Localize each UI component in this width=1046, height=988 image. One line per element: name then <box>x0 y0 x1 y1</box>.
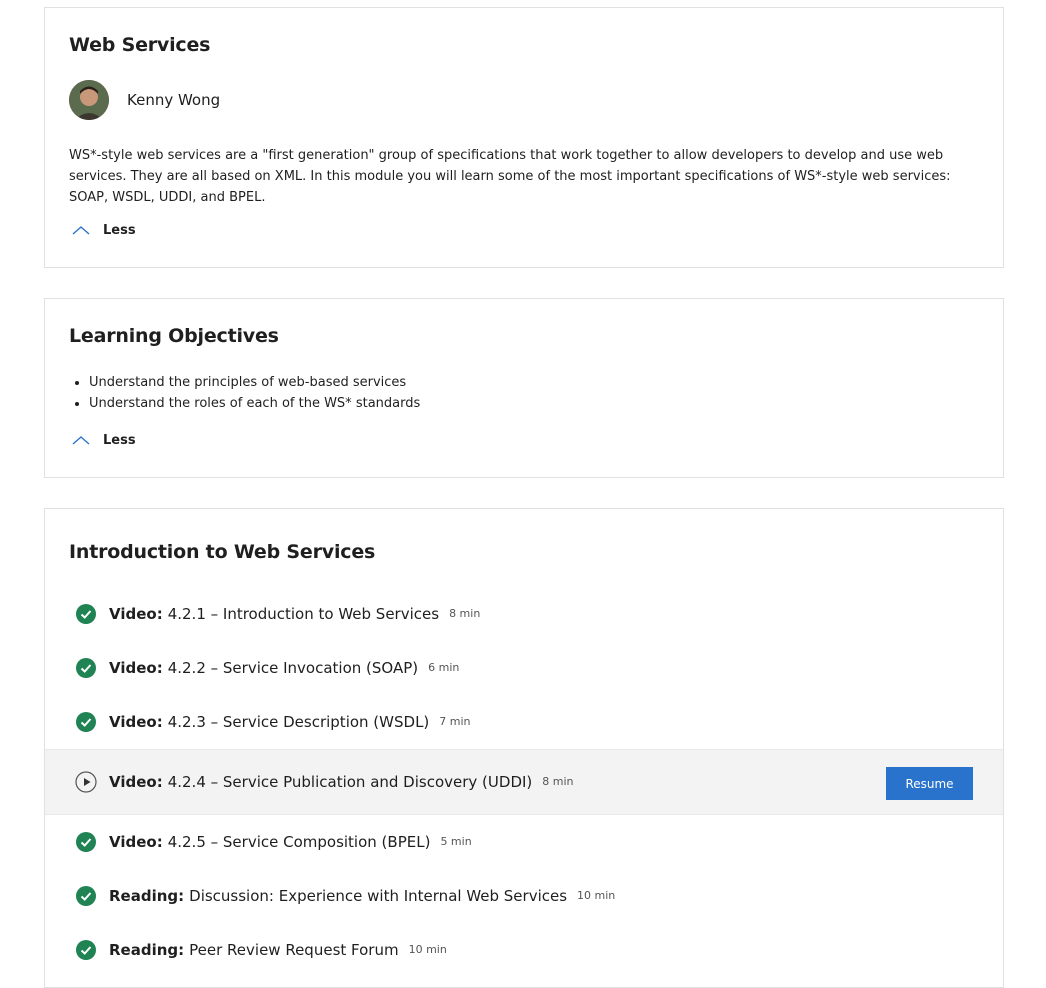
check-circle-icon <box>76 658 96 678</box>
chevron-up-icon <box>72 436 90 445</box>
lesson-title[interactable]: 4.2.5 – Service Composition (BPEL) <box>168 833 431 851</box>
lesson-item[interactable]: Video: 4.2.1 – Introduction to Web Servi… <box>45 587 1003 641</box>
lesson-type: Video: <box>109 605 163 623</box>
lesson-title[interactable]: Peer Review Request Forum <box>189 941 398 959</box>
objectives-title: Learning Objectives <box>69 325 279 347</box>
objective-item: Understand the roles of each of the WS* … <box>89 393 420 414</box>
lesson-title[interactable]: 4.2.1 – Introduction to Web Services <box>168 605 439 623</box>
check-circle-icon <box>76 712 96 732</box>
check-circle-icon <box>76 940 96 960</box>
instructor[interactable]: Kenny Wong <box>69 80 220 120</box>
lesson-duration: 8 min <box>542 775 574 788</box>
lessons-title: Introduction to Web Services <box>69 541 376 563</box>
objectives-card: Learning Objectives Understand the princ… <box>44 298 1004 478</box>
less-label: Less <box>103 432 136 448</box>
instructor-name[interactable]: Kenny Wong <box>127 91 220 109</box>
module-title: Web Services <box>69 34 211 56</box>
check-circle-icon <box>76 886 96 906</box>
lessons-card: Introduction to Web Services Video: 4.2.… <box>44 508 1004 988</box>
lesson-duration: 8 min <box>449 607 481 620</box>
objective-item: Understand the principles of web-based s… <box>89 372 420 393</box>
lesson-title[interactable]: Discussion: Experience with Internal Web… <box>189 887 567 905</box>
objectives-list: Understand the principles of web-based s… <box>89 372 420 414</box>
lesson-type: Video: <box>109 713 163 731</box>
lesson-duration: 10 min <box>577 889 616 902</box>
lesson-duration: 5 min <box>440 835 472 848</box>
lesson-item-current[interactable]: Video: 4.2.4 – Service Publication and D… <box>45 749 1003 815</box>
chevron-up-icon <box>72 226 90 235</box>
lesson-title[interactable]: 4.2.2 – Service Invocation (SOAP) <box>168 659 418 677</box>
lesson-duration: 6 min <box>428 661 460 674</box>
less-label: Less <box>103 222 136 238</box>
lesson-item[interactable]: Reading: Discussion: Experience with Int… <box>45 869 1003 923</box>
resume-button[interactable]: Resume <box>886 767 973 800</box>
avatar[interactable] <box>69 80 109 120</box>
lesson-duration: 10 min <box>408 943 447 956</box>
lesson-item[interactable]: Video: 4.2.2 – Service Invocation (SOAP)… <box>45 641 1003 695</box>
lesson-type: Video: <box>109 659 163 677</box>
lesson-title[interactable]: 4.2.3 – Service Description (WSDL) <box>168 713 430 731</box>
module-card: Web Services Kenny Wong WS*-style web se… <box>44 7 1004 268</box>
lesson-duration: 7 min <box>439 715 471 728</box>
objectives-less-toggle[interactable]: Less <box>69 432 136 448</box>
check-circle-icon <box>76 604 96 624</box>
lesson-type: Video: <box>109 833 163 851</box>
check-circle-icon <box>76 832 96 852</box>
play-circle-icon <box>75 771 97 793</box>
lesson-type: Reading: <box>109 887 185 905</box>
lesson-item[interactable]: Video: 4.2.5 – Service Composition (BPEL… <box>45 815 1003 869</box>
lesson-type: Video: <box>109 773 163 791</box>
lesson-title[interactable]: 4.2.4 – Service Publication and Discover… <box>168 773 533 791</box>
lesson-type: Reading: <box>109 941 185 959</box>
module-less-toggle[interactable]: Less <box>69 222 136 238</box>
module-description: WS*-style web services are a "first gene… <box>69 148 951 205</box>
lesson-item[interactable]: Video: 4.2.3 – Service Description (WSDL… <box>45 695 1003 749</box>
